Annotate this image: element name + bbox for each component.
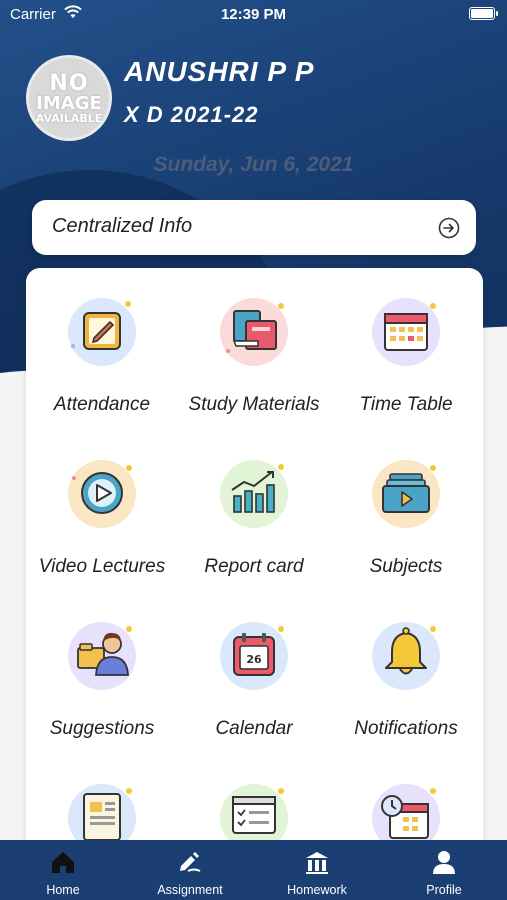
menu-label: Time Table: [359, 394, 453, 415]
calendar-grid-icon: [372, 298, 440, 366]
menu-tile-time-table[interactable]: Time Table: [330, 268, 482, 430]
tab-label: Home: [46, 883, 80, 897]
arrow-right-circle-icon: [438, 217, 460, 239]
menu-label: Report card: [204, 556, 304, 577]
avatar[interactable]: NO IMAGE AVAILABLE: [26, 55, 112, 141]
bottom-tab-bar: Home Assignment Homework Profile: [0, 840, 507, 900]
tab-homework[interactable]: Homework: [254, 840, 380, 900]
menu-label: Calendar: [215, 718, 293, 739]
current-date: Sunday, Jun 6, 2021: [153, 153, 354, 176]
battery-icon: [469, 7, 498, 20]
tab-label: Assignment: [157, 883, 223, 897]
books-icon: [220, 298, 288, 366]
home-icon: [52, 852, 74, 873]
assignment-icon: [180, 852, 201, 872]
bar-chart-icon: [220, 460, 288, 528]
menu-tile-video-lectures[interactable]: Video Lectures: [26, 430, 178, 592]
menu-label: Study Materials: [188, 394, 320, 415]
status-time: 12:39 PM: [220, 6, 287, 23]
no-image-placeholder: NO IMAGE AVAILABLE: [35, 70, 103, 125]
avatar-text-line1: NO: [49, 70, 89, 96]
tab-home[interactable]: Home: [0, 840, 126, 900]
centralized-info-label: Centralized Info: [52, 215, 193, 237]
profile-icon: [433, 851, 455, 874]
menu-tile-suggestions[interactable]: Suggestions: [26, 592, 178, 754]
menu-tile-calendar[interactable]: 26 Calendar: [178, 592, 330, 754]
avatar-text-line2: IMAGE: [36, 92, 102, 114]
menu-grid: Attendance Study Materials Time Table Vi…: [26, 268, 483, 868]
menu-tile-report-card[interactable]: Report card: [178, 430, 330, 592]
menu-label: Video Lectures: [38, 556, 166, 577]
video-play-icon: [68, 460, 136, 528]
tab-label: Homework: [287, 883, 347, 897]
student-name: ANUSHRI P P: [124, 56, 315, 87]
status-bar: Carrier 12:39 PM: [0, 0, 507, 28]
tab-profile[interactable]: Profile: [381, 840, 507, 900]
bell-icon: [372, 622, 440, 690]
homework-icon: [306, 852, 328, 874]
menu-label: Suggestions: [49, 718, 155, 739]
student-class: X D 2021-22: [124, 102, 259, 127]
menu-label: Subjects: [369, 556, 443, 577]
menu-label: Notifications: [354, 718, 458, 739]
tab-assignment[interactable]: Assignment: [127, 840, 253, 900]
menu-tile-attendance[interactable]: Attendance: [26, 268, 178, 430]
tab-label: Profile: [426, 883, 462, 897]
menu-label: Attendance: [53, 394, 151, 415]
attendance-icon: [68, 298, 136, 366]
menu-tile-subjects[interactable]: Subjects: [330, 430, 482, 592]
centralized-info-button[interactable]: Centralized Info: [32, 200, 476, 255]
svg-text:26: 26: [246, 653, 262, 666]
video-stack-icon: [372, 460, 440, 528]
menu-tile-study-materials[interactable]: Study Materials: [178, 268, 330, 430]
person-folder-icon: [68, 622, 136, 690]
avatar-text-line3: AVAILABLE: [35, 111, 103, 125]
calendar-date-icon: 26: [220, 622, 288, 690]
menu-tile-notifications[interactable]: Notifications: [330, 592, 482, 754]
